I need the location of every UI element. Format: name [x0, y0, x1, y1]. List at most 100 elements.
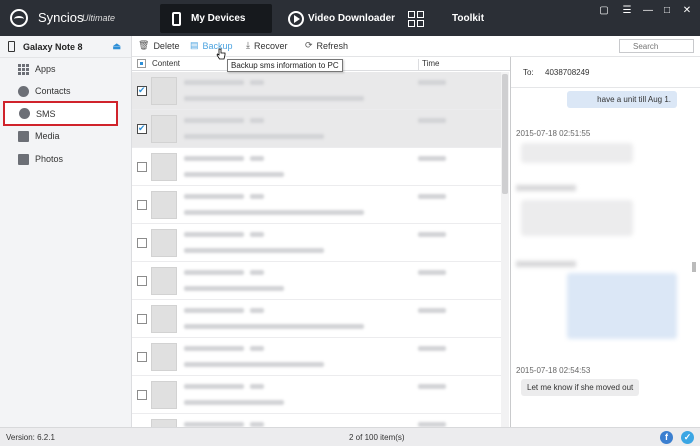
row-content-blurred [184, 118, 244, 123]
trash-icon: 🗑 [138, 40, 150, 50]
media-icon [18, 130, 29, 142]
backup-tooltip: Backup sms information to PC [227, 59, 343, 72]
row-checkbox[interactable] [137, 123, 147, 134]
table-row[interactable] [132, 300, 502, 338]
grid-icon [408, 10, 424, 27]
row-content-blurred [184, 270, 244, 275]
row-content-blurred [250, 118, 264, 123]
row-content-blurred [184, 400, 284, 405]
table-row[interactable] [132, 224, 502, 262]
row-checkbox[interactable] [137, 200, 147, 210]
contacts-icon [18, 85, 29, 97]
row-checkbox[interactable] [137, 85, 147, 96]
item-count: 2 of 100 item(s) [349, 433, 405, 442]
tab-video-downloader-label: Video Downloader [308, 13, 396, 24]
contact-avatar [151, 153, 177, 181]
contact-avatar [151, 305, 177, 333]
minimize-icon[interactable]: — [641, 4, 655, 18]
eject-icon[interactable]: ⏏ [113, 41, 122, 52]
table-row[interactable] [132, 72, 502, 110]
tab-video-downloader[interactable]: Video Downloader [286, 4, 396, 33]
device-selector[interactable]: Galaxy Note 8 ⏏ [0, 36, 131, 58]
select-all-checkbox[interactable] [137, 59, 146, 68]
refresh-label: Refresh [316, 40, 349, 51]
search-input[interactable] [619, 39, 694, 53]
tab-toolkit[interactable]: Toolkit [405, 4, 500, 33]
sidebar-item-sms[interactable]: SMS [3, 101, 118, 126]
sidebar: Galaxy Note 8 ⏏ Apps Contacts SMS Media … [0, 36, 132, 427]
row-content-blurred [250, 346, 264, 351]
row-time-blurred [418, 80, 446, 85]
hand-cursor-icon [216, 48, 226, 60]
delete-button[interactable]: 🗑 Delete [138, 40, 179, 51]
sidebar-item-label: Contacts [35, 86, 71, 96]
sidebar-item-media[interactable]: Media [0, 125, 132, 147]
sidebar-item-apps[interactable]: Apps [0, 58, 132, 80]
table-row[interactable] [132, 110, 502, 148]
contact-avatar [151, 191, 177, 219]
row-content-blurred [184, 194, 244, 199]
close-icon[interactable]: ✕ [680, 4, 694, 18]
sms-icon [19, 108, 30, 119]
contact-avatar [151, 115, 177, 143]
row-checkbox[interactable] [137, 238, 147, 248]
twitter-icon[interactable]: ✓ [681, 431, 694, 444]
row-checkbox[interactable] [137, 352, 147, 362]
version-label: Version: 6.2.1 [6, 433, 55, 442]
row-content-blurred [184, 362, 324, 367]
row-content-blurred [184, 248, 324, 253]
row-content-blurred [184, 156, 244, 161]
recover-button[interactable]: ⤓ Recover [246, 40, 288, 51]
contact-avatar [151, 267, 177, 295]
column-content[interactable]: Content [152, 59, 180, 68]
device-name: Galaxy Note 8 [23, 41, 83, 52]
refresh-button[interactable]: ⟳ Refresh [305, 40, 348, 51]
contact-avatar [151, 419, 177, 427]
row-checkbox[interactable] [137, 276, 147, 286]
sms-table: Content Time [132, 57, 510, 427]
table-row[interactable] [132, 262, 502, 300]
table-scrollbar[interactable] [502, 74, 508, 194]
table-row[interactable] [132, 338, 502, 376]
facebook-icon[interactable]: f [660, 431, 673, 444]
row-time-blurred [418, 194, 446, 199]
row-content-blurred [184, 80, 244, 85]
row-time-blurred [418, 308, 446, 313]
play-icon [288, 10, 304, 27]
photos-icon [18, 153, 29, 165]
row-content-blurred [184, 232, 244, 237]
message-bubble-in: Let me know if she moved out [521, 379, 640, 396]
sidebar-item-label: Apps [35, 64, 56, 74]
row-content-blurred [250, 156, 264, 161]
table-row[interactable] [132, 148, 502, 186]
backup-button[interactable]: ▤ Backup [190, 40, 233, 51]
delete-label: Delete [153, 40, 180, 51]
message-bubble-in-blurred [521, 143, 633, 163]
conversation-scrollbar[interactable] [692, 262, 696, 272]
tab-my-devices-label: My Devices [191, 13, 246, 24]
chat-icon[interactable]: ▢ [597, 4, 611, 18]
row-checkbox[interactable] [137, 162, 147, 172]
maximize-icon[interactable]: □ [660, 4, 674, 18]
table-row[interactable] [132, 414, 502, 427]
row-content-blurred [250, 384, 264, 389]
download-icon: ⤓ [246, 40, 250, 50]
row-content-blurred [184, 346, 244, 351]
sidebar-item-contacts[interactable]: Contacts [0, 80, 132, 102]
status-bar: Version: 6.2.1 2 of 100 item(s) f ✓ [0, 427, 700, 446]
message-timestamp-blurred [516, 261, 576, 267]
tab-my-devices[interactable]: My Devices [160, 4, 272, 33]
to-number: 4038708249 [545, 68, 590, 77]
menu-icon[interactable]: ☰ [620, 4, 634, 18]
row-checkbox[interactable] [137, 314, 147, 324]
table-row[interactable] [132, 376, 502, 414]
app-name: Syncios [38, 10, 84, 25]
contact-avatar [151, 343, 177, 371]
sidebar-item-label: Photos [35, 154, 64, 164]
column-time[interactable]: Time [418, 59, 439, 71]
row-checkbox[interactable] [137, 390, 147, 400]
sidebar-item-photos[interactable]: Photos [0, 148, 132, 170]
message-timestamp: 2015-07-18 02:51:55 [516, 129, 591, 138]
table-row[interactable] [132, 186, 502, 224]
tab-toolkit-label: Toolkit [452, 13, 485, 24]
